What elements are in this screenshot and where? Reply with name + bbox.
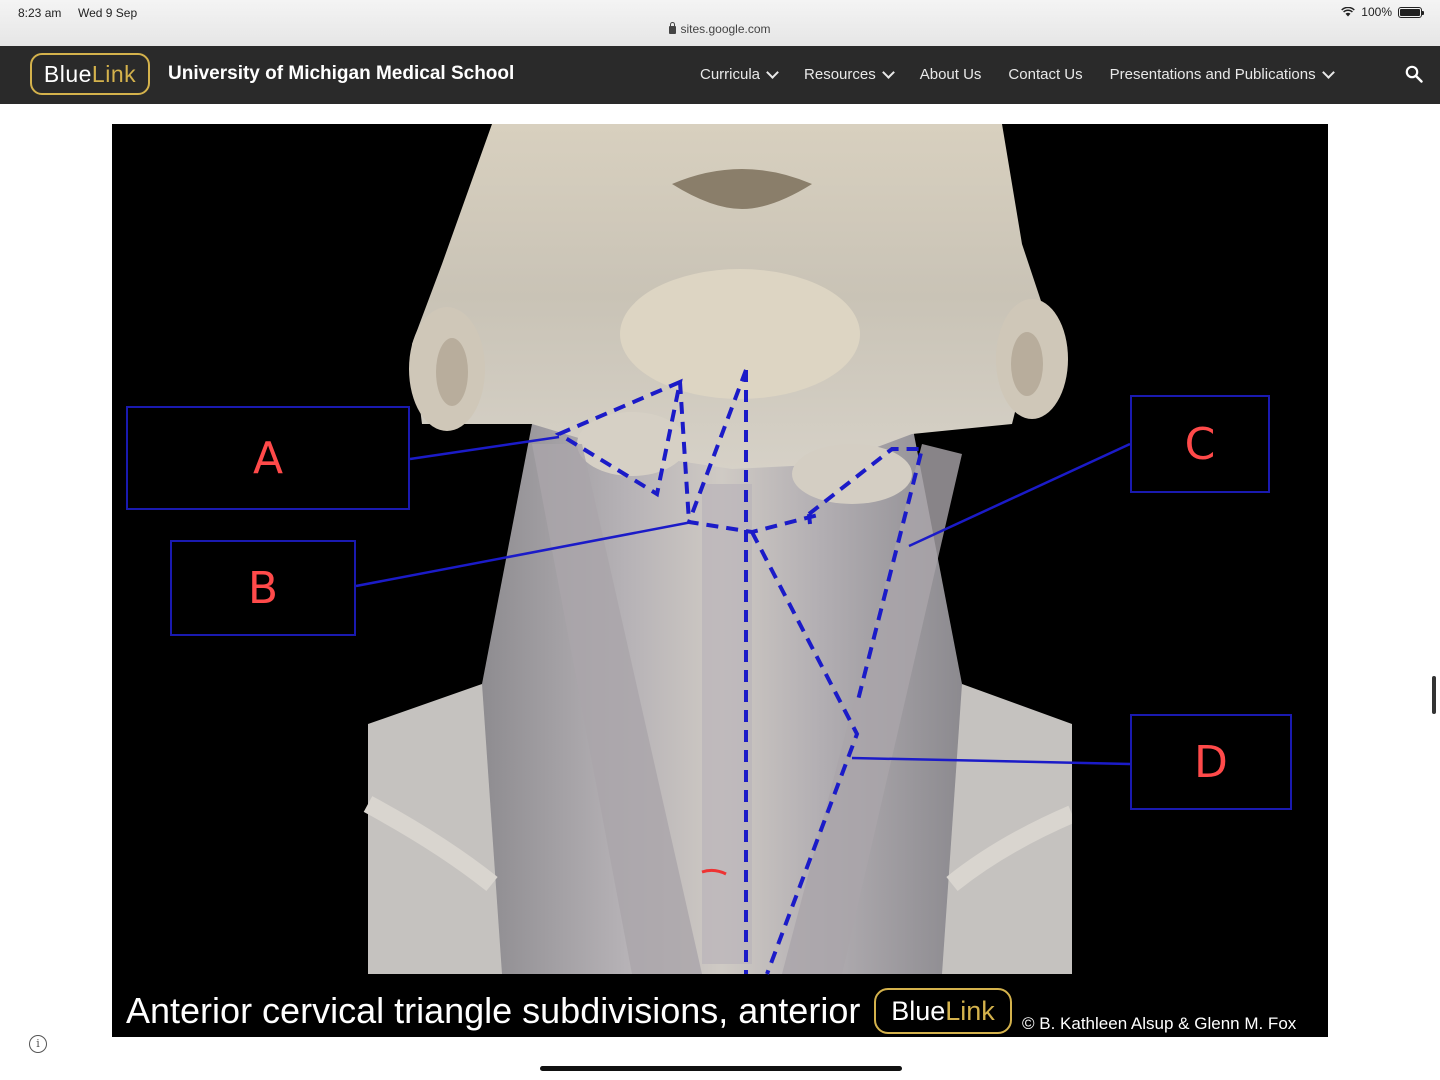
nav-item-resources[interactable]: Resources [804, 66, 895, 83]
label-box-a: A [126, 406, 410, 510]
nav-item-curricula[interactable]: Curricula [700, 66, 779, 83]
nav-item-about-us[interactable]: About Us [920, 66, 982, 83]
lock-icon [669, 22, 677, 34]
status-time: 8:23 am [18, 6, 62, 20]
battery-icon [1398, 6, 1424, 18]
ios-status-bar: 8:23 am Wed 9 Sep sites.google.com 100% [0, 0, 1440, 46]
bluelink-watermark-logo: Blue Link [874, 988, 1012, 1034]
logo-text-blue: Blue [891, 995, 946, 1026]
home-indicator[interactable] [540, 1066, 902, 1071]
main-nav: Curricula Resources About Us Contact Us … [700, 66, 1360, 83]
figure-caption: Anterior cervical triangle subdivisions,… [126, 990, 861, 1031]
logo-text-link: Link [945, 995, 995, 1026]
logo-text-blue: Blue [43, 60, 92, 87]
battery-percent: 100% [1361, 5, 1392, 19]
scrollbar-handle[interactable] [1432, 676, 1436, 714]
chevron-down-icon [1321, 66, 1335, 79]
anatomy-figure: A B C D Anterior cervical triangle subdi… [112, 124, 1328, 1037]
copyright-notice: © B. Kathleen Alsup & Glenn M. Fox [1022, 1014, 1297, 1033]
address-bar[interactable]: sites.google.com [0, 22, 1440, 36]
nav-item-label: Presentations and Publications [1109, 66, 1316, 83]
wifi-icon [1341, 7, 1356, 17]
search-icon[interactable] [1405, 65, 1423, 83]
site-title[interactable]: University of Michigan Medical School [168, 63, 514, 85]
info-icon[interactable]: i [29, 1035, 47, 1053]
nav-item-label: Resources [804, 66, 876, 83]
nav-item-label: Contact Us [1008, 66, 1083, 83]
status-right: 100% [1341, 5, 1424, 19]
address-url: sites.google.com [680, 22, 771, 36]
bluelink-logo[interactable]: Blue Link [30, 53, 150, 95]
nav-item-label: Curricula [700, 66, 761, 83]
chevron-down-icon [766, 66, 779, 79]
status-date: Wed 9 Sep [78, 6, 138, 20]
chevron-down-icon [881, 66, 895, 79]
label-box-b: B [170, 540, 356, 636]
nav-item-presentations[interactable]: Presentations and Publications [1109, 66, 1335, 83]
nav-item-contact-us[interactable]: Contact Us [1008, 66, 1082, 83]
nav-item-label: About Us [919, 66, 982, 83]
logo-text-link: Link [91, 60, 137, 87]
label-box-d: D [1130, 714, 1292, 810]
site-header: Blue Link University of Michigan Medical … [0, 46, 1440, 104]
label-box-c: C [1130, 395, 1270, 493]
